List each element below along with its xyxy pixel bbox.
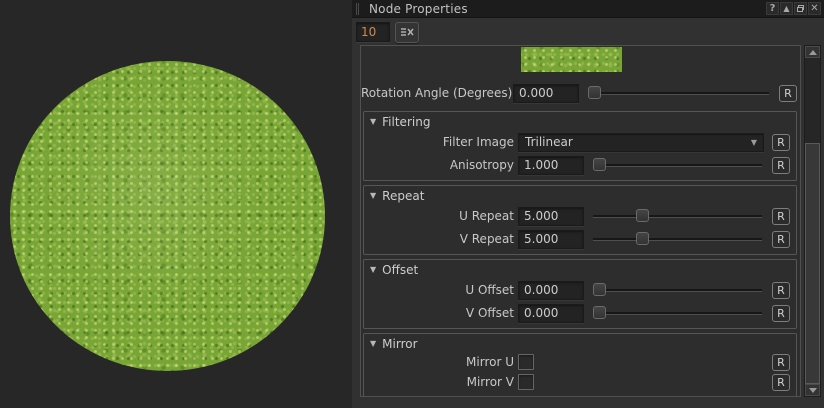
arrow-up-icon: [809, 50, 817, 55]
u-offset-reset-button[interactable]: R: [772, 282, 790, 299]
v-offset-reset-button[interactable]: R: [772, 305, 790, 322]
node-count-input[interactable]: [356, 22, 390, 42]
anisotropy-slider[interactable]: [591, 156, 764, 174]
v-offset-slider[interactable]: [591, 304, 764, 322]
shade-icon[interactable]: ▲: [780, 2, 793, 15]
param-row-mirror-u: Mirror U R: [366, 353, 793, 371]
v-repeat-input[interactable]: [518, 230, 584, 249]
slider-handle[interactable]: [593, 283, 606, 296]
scrollbar-track[interactable]: [805, 58, 820, 384]
parameters-scroll-content[interactable]: Rotation Angle (Degrees) R ▼ Filtering: [360, 45, 801, 397]
section-filtering-header[interactable]: ▼ Filtering: [366, 114, 793, 129]
section-filtering: ▼ Filtering Filter Image Trilinear ▼ R A…: [363, 111, 797, 181]
collapse-triangle-icon: ▼: [370, 117, 376, 126]
mirror-u-checkbox[interactable]: [518, 354, 534, 370]
param-row-u-repeat: U Repeat R: [366, 206, 793, 226]
slider-handle[interactable]: [588, 86, 601, 99]
titlebar-icons: ? ▲ ✕: [766, 2, 824, 15]
section-repeat: ▼ Repeat U Repeat R V Repeat: [363, 185, 797, 255]
v-offset-label: V Offset: [366, 306, 514, 320]
u-offset-input[interactable]: [518, 281, 584, 300]
grass-sphere[interactable]: [10, 61, 325, 371]
titlebar-grip: [356, 3, 359, 15]
u-repeat-reset-button[interactable]: R: [772, 208, 790, 225]
section-title: Offset: [382, 263, 418, 277]
slider-track: [593, 289, 762, 291]
viewport-3d[interactable]: [0, 0, 352, 408]
deselect-nodes-button[interactable]: [395, 22, 419, 43]
v-repeat-slider[interactable]: [591, 230, 764, 248]
u-offset-label: U Offset: [366, 283, 514, 297]
parameters-area: Rotation Angle (Degrees) R ▼ Filtering: [360, 45, 822, 397]
filter-image-value: Trilinear: [525, 135, 573, 149]
v-repeat-label: V Repeat: [366, 232, 514, 246]
section-offset: ▼ Offset U Offset R V Offset: [363, 259, 797, 329]
filter-image-label: Filter Image: [366, 135, 514, 149]
u-offset-slider[interactable]: [591, 281, 764, 299]
mirror-v-label: Mirror V: [366, 375, 514, 389]
scroll-down-button[interactable]: [805, 384, 820, 396]
filter-image-dropdown[interactable]: Trilinear ▼: [518, 133, 764, 152]
section-title: Mirror: [382, 337, 417, 351]
anisotropy-label: Anisotropy: [366, 158, 514, 172]
scroll-up-button[interactable]: [805, 46, 820, 58]
section-mirror: ▼ Mirror Mirror U R Mirror V R: [363, 333, 797, 397]
param-row-rotation-angle: Rotation Angle (Degrees) R: [361, 83, 800, 103]
panel-titlebar[interactable]: Node Properties ? ▲ ✕: [352, 0, 824, 18]
app-window: Node Properties ? ▲ ✕: [0, 0, 824, 408]
collapse-triangle-icon: ▼: [370, 339, 376, 348]
slider-track: [593, 164, 762, 166]
slider-handle[interactable]: [593, 306, 606, 319]
rotation-angle-slider[interactable]: [586, 84, 771, 102]
restore-icon[interactable]: [794, 2, 807, 15]
node-properties-panel: Node Properties ? ▲ ✕: [352, 0, 824, 408]
v-repeat-reset-button[interactable]: R: [772, 231, 790, 248]
slider-handle[interactable]: [593, 158, 606, 171]
panel-toolbar: [352, 19, 824, 45]
rotation-angle-reset-button[interactable]: R: [779, 85, 797, 102]
vertical-scrollbar[interactable]: [804, 45, 821, 397]
mirror-v-checkbox[interactable]: [518, 374, 534, 390]
slider-track: [593, 238, 762, 240]
deselect-nodes-icon: [400, 27, 414, 37]
section-title: Repeat: [382, 189, 424, 203]
panel-title: Node Properties: [369, 2, 468, 16]
scrollbar-thumb[interactable]: [805, 143, 820, 384]
rotation-angle-input[interactable]: [513, 84, 579, 103]
mirror-v-reset-button[interactable]: R: [772, 374, 790, 391]
slider-handle[interactable]: [636, 232, 649, 245]
u-repeat-input[interactable]: [518, 207, 584, 226]
section-repeat-header[interactable]: ▼ Repeat: [366, 188, 793, 203]
param-row-anisotropy: Anisotropy R: [366, 155, 793, 175]
rotation-angle-label: Rotation Angle (Degrees): [361, 86, 509, 100]
u-repeat-label: U Repeat: [366, 209, 514, 223]
collapse-triangle-icon: ▼: [370, 265, 376, 274]
u-repeat-slider[interactable]: [591, 207, 764, 225]
slider-track: [588, 92, 769, 94]
dropdown-arrow-icon: ▼: [751, 138, 757, 147]
section-mirror-header[interactable]: ▼ Mirror: [366, 336, 793, 351]
mirror-u-label: Mirror U: [366, 355, 514, 369]
close-icon[interactable]: ✕: [808, 2, 821, 15]
param-row-mirror-v: Mirror V R: [366, 373, 793, 391]
param-row-v-repeat: V Repeat R: [366, 229, 793, 249]
mirror-u-reset-button[interactable]: R: [772, 354, 790, 371]
v-offset-input[interactable]: [518, 304, 584, 323]
filter-image-reset-button[interactable]: R: [772, 134, 790, 151]
slider-handle[interactable]: [636, 209, 649, 222]
anisotropy-reset-button[interactable]: R: [772, 157, 790, 174]
section-title: Filtering: [382, 115, 430, 129]
slider-track: [593, 215, 762, 217]
param-row-u-offset: U Offset R: [366, 280, 793, 300]
slider-track: [593, 312, 762, 314]
anisotropy-input[interactable]: [518, 156, 584, 175]
arrow-down-icon: [809, 388, 817, 393]
param-row-v-offset: V Offset R: [366, 303, 793, 323]
texture-thumbnail: [521, 47, 622, 72]
section-offset-header[interactable]: ▼ Offset: [366, 262, 793, 277]
help-icon[interactable]: ?: [766, 2, 779, 15]
collapse-triangle-icon: ▼: [370, 191, 376, 200]
param-row-filter-image: Filter Image Trilinear ▼ R: [366, 132, 793, 152]
